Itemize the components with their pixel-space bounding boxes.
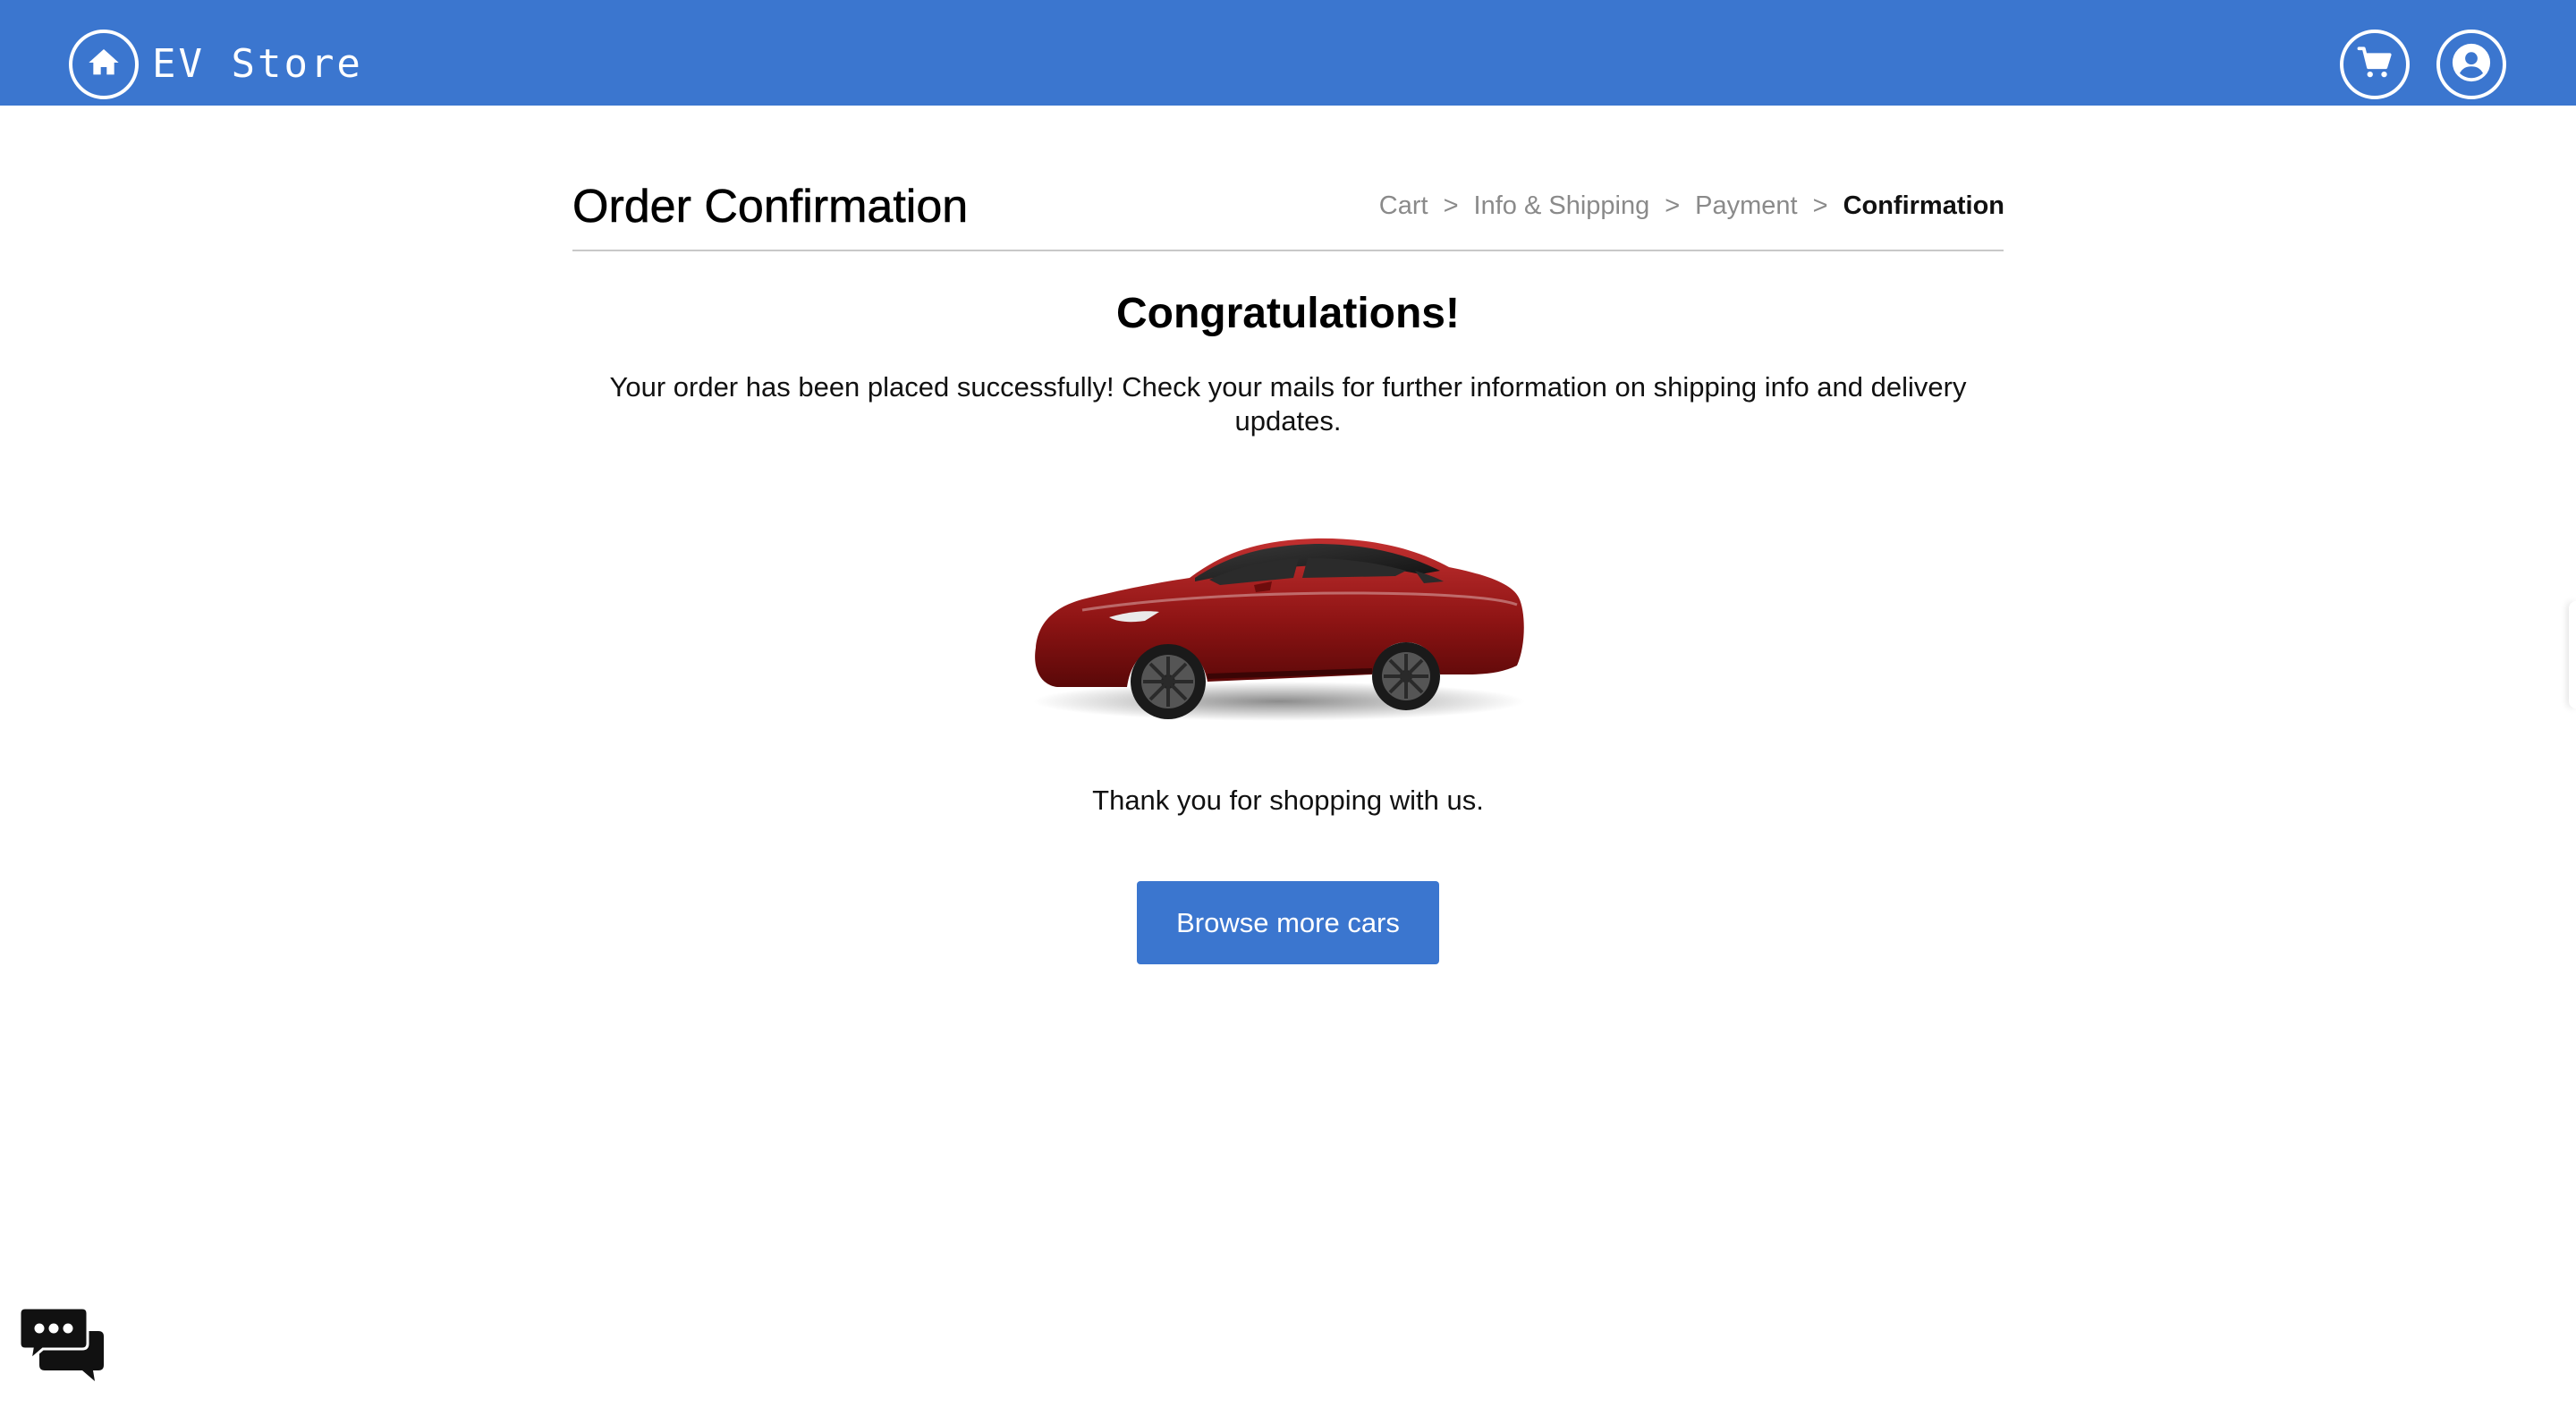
brand-name[interactable]: EV Store: [152, 39, 363, 89]
thank-you-message: Thank you for shopping with us.: [1092, 785, 1484, 816]
breadcrumb-confirmation: Confirmation: [1843, 191, 2004, 220]
title-divider: [572, 250, 2004, 251]
home-icon: [86, 45, 122, 85]
breadcrumb-payment[interactable]: Payment: [1695, 188, 1797, 224]
account-icon: [2451, 42, 2492, 88]
breadcrumb-cart[interactable]: Cart: [1379, 188, 1428, 224]
chat-button[interactable]: [18, 1304, 106, 1383]
page-title: Order Confirmation: [572, 181, 969, 233]
breadcrumb: Cart > Info & Shipping > Payment > Confi…: [1379, 188, 2004, 224]
chat-icon: [18, 1306, 106, 1387]
cart-icon: [2356, 44, 2394, 86]
home-button[interactable]: [69, 30, 139, 99]
browse-more-cars-button[interactable]: Browse more cars: [1137, 881, 1439, 964]
order-success-message: Your order has been placed successfully!…: [609, 371, 1967, 437]
breadcrumb-separator: >: [1665, 191, 1681, 220]
congratulations-heading: Congratulations!: [1116, 290, 1460, 337]
side-panel-edge: [2569, 601, 2576, 708]
breadcrumb-separator: >: [1812, 191, 1828, 220]
breadcrumb-separator: >: [1443, 191, 1459, 220]
account-button[interactable]: [2436, 30, 2506, 99]
car-image: [1020, 512, 1538, 726]
breadcrumb-info-shipping[interactable]: Info & Shipping: [1474, 188, 1650, 224]
top-navbar: EV Store: [0, 0, 2576, 106]
cart-button[interactable]: [2340, 30, 2410, 99]
